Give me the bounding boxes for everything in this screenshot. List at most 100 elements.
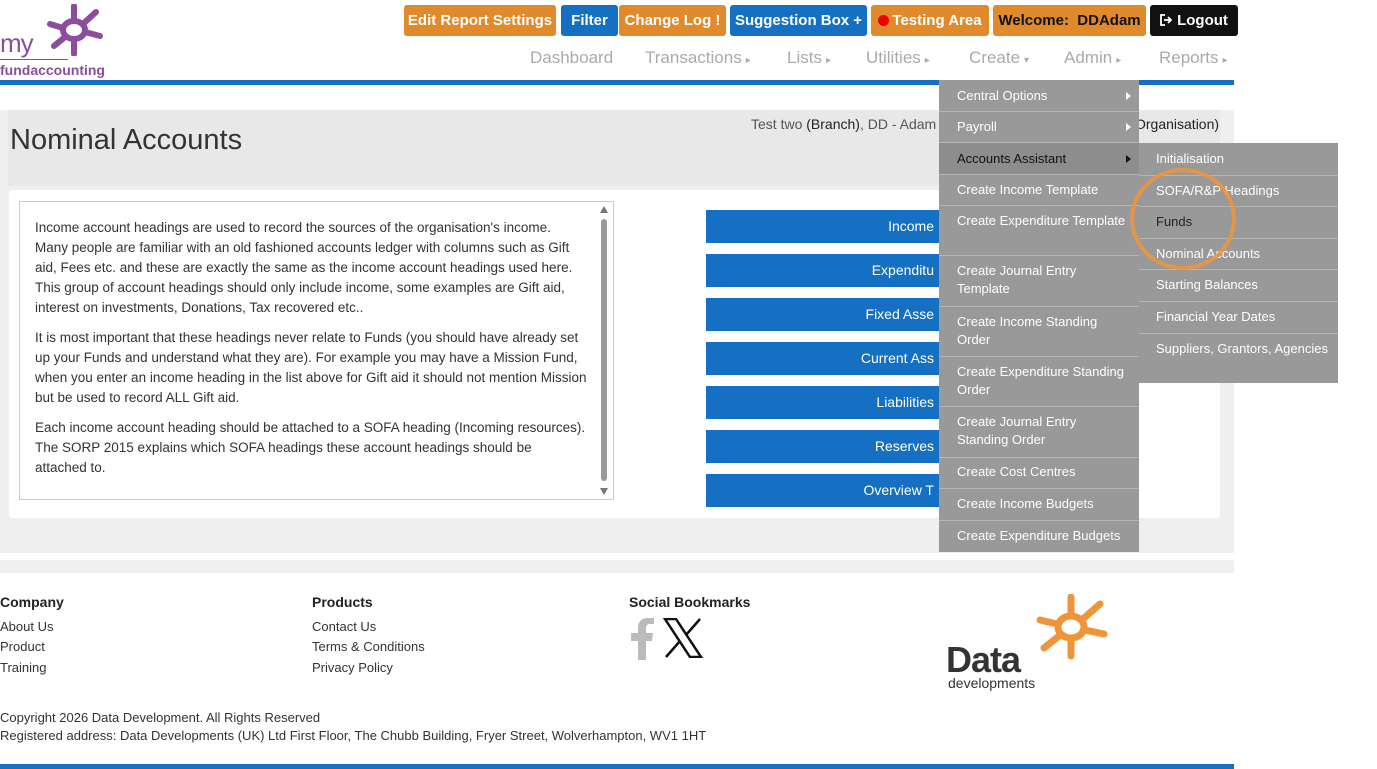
submenu-financial-year-dates[interactable]: Financial Year Dates [1139, 302, 1338, 334]
menu-central-options[interactable]: Central Options [939, 80, 1139, 112]
copyright-text: Copyright 2026 Data Development. All Rig… [0, 710, 321, 725]
nav-lists[interactable]: Lists ▸ [787, 48, 831, 68]
filter-label: Filter [571, 12, 608, 29]
nav-utilities-label: Utilities [866, 48, 921, 67]
footer-products-heading: Products [312, 594, 373, 610]
footer-link-about-us[interactable]: About Us [0, 619, 53, 634]
org-branch: (Branch) [806, 116, 860, 132]
nav-create[interactable]: Create ▾ [969, 48, 1029, 68]
footer-link-training[interactable]: Training [0, 660, 46, 675]
filter-button[interactable]: Filter [561, 5, 618, 36]
x-twitter-icon[interactable] [663, 618, 703, 658]
menu-create-expenditure-standing-order[interactable]: Create Expenditure Standing Order [939, 357, 1139, 407]
submenu-suppliers-grantors-agencies[interactable]: Suppliers, Grantors, Agencies [1139, 334, 1338, 383]
testing-area-label: Testing Area [892, 12, 982, 29]
menu-create-journal-entry-standing-order[interactable]: Create Journal Entry Standing Order [939, 407, 1139, 458]
nav-create-label: Create [969, 48, 1021, 67]
category-liabilities-button[interactable]: Liabilities [706, 386, 946, 419]
category-label: Fixed Asse [865, 306, 934, 322]
nav-utilities[interactable]: Utilities ▸ [866, 48, 930, 68]
category-reserves-button[interactable]: Reserves [706, 430, 946, 463]
submenu-arrow-icon [1126, 154, 1131, 163]
red-dot-icon [878, 15, 890, 26]
facebook-icon[interactable] [629, 618, 655, 660]
submenu-arrow-icon [1126, 123, 1131, 131]
category-label: Liabilities [876, 394, 934, 410]
menu-create-income-standing-order[interactable]: Create Income Standing Order [939, 307, 1139, 357]
logo-star-icon [47, 4, 103, 56]
submenu-sofa-headings[interactable]: SOFA/R&P Headings [1139, 176, 1338, 207]
nav-dashboard[interactable]: Dashboard [530, 48, 613, 68]
menu-item-label: Create Income Budgets [957, 496, 1094, 511]
footer-link-contact-us[interactable]: Contact Us [312, 619, 376, 634]
menu-item-label: Create Expenditure Budgets [957, 528, 1121, 543]
nav-transactions-label: Transactions [645, 48, 742, 67]
scroll-down-arrow-icon[interactable] [600, 488, 608, 495]
menu-item-label: Payroll [957, 119, 997, 134]
submenu-initialisation[interactable]: Initialisation [1139, 143, 1338, 176]
menu-accounts-assistant[interactable]: Accounts Assistant [939, 143, 1139, 175]
scroll-up-arrow-icon[interactable] [600, 206, 608, 213]
logout-button[interactable]: Logout [1150, 5, 1238, 36]
menu-create-expenditure-template[interactable]: Create Expenditure Template [939, 206, 1139, 256]
page-title: Nominal Accounts [10, 124, 243, 156]
logo-text-fundaccounting: fundaccounting [0, 62, 105, 78]
submenu-item-label: Starting Balances [1156, 277, 1258, 292]
nav-reports[interactable]: Reports ▸ [1159, 48, 1228, 68]
org-user: , DD - Adam [859, 116, 937, 132]
menu-create-income-template[interactable]: Create Income Template [939, 175, 1139, 206]
nav-admin-label: Admin [1064, 48, 1113, 67]
submenu-item-label: SOFA/R&P Headings [1156, 183, 1280, 198]
category-label: Overview T [863, 482, 934, 498]
dd-logo-sub: developments [948, 675, 1036, 691]
info-paragraph: Each income account heading should be at… [35, 420, 586, 475]
menu-create-cost-centres[interactable]: Create Cost Centres [939, 458, 1139, 489]
change-log-label: Change Log [624, 12, 712, 29]
submenu-funds[interactable]: Funds [1139, 207, 1338, 239]
info-text-box[interactable]: Income account headings are used to reco… [19, 201, 614, 500]
menu-item-label: Create Expenditure Template [957, 213, 1126, 228]
menu-create-income-budgets[interactable]: Create Income Budgets [939, 489, 1139, 521]
menu-item-label: Create Journal Entry Standing Order [957, 414, 1077, 447]
nav-admin[interactable]: Admin ▸ [1064, 48, 1121, 68]
menu-create-expenditure-budgets[interactable]: Create Expenditure Budgets [939, 521, 1139, 552]
change-log-alert-icon: ! [715, 12, 721, 29]
testing-area-button[interactable]: Testing Area [871, 5, 989, 36]
info-scrollbar[interactable] [599, 206, 609, 495]
menu-payroll[interactable]: Payroll [939, 112, 1139, 143]
submenu-item-label: Financial Year Dates [1156, 309, 1276, 324]
category-current-assets-button[interactable]: Current Ass [706, 342, 946, 375]
footer-link-product[interactable]: Product [0, 639, 45, 654]
suggestion-box-button[interactable]: Suggestion Box + [730, 5, 867, 36]
category-expenditure-button[interactable]: Expenditu [706, 254, 946, 287]
footer-link-privacy[interactable]: Privacy Policy [312, 660, 393, 675]
submenu-starting-balances[interactable]: Starting Balances [1139, 270, 1338, 302]
dd-logo-star-icon [1036, 594, 1108, 660]
submenu-item-label: Nominal Accounts [1156, 246, 1261, 261]
submenu-nominal-accounts[interactable]: Nominal Accounts [1139, 239, 1338, 270]
submenu-arrow-icon [1126, 91, 1131, 100]
accounts-assistant-submenu: Initialisation SOFA/R&P Headings Funds N… [1139, 143, 1338, 383]
menu-create-journal-entry-template[interactable]: Create Journal Entry Template [939, 256, 1139, 307]
caret-right-icon: ▸ [1116, 55, 1122, 66]
category-label: Income [888, 218, 934, 234]
footer-link-terms[interactable]: Terms & Conditions [312, 639, 425, 654]
registered-address: Registered address: Data Developments (U… [0, 728, 707, 743]
category-income-button[interactable]: Income [706, 210, 946, 243]
menu-item-label: Create Expenditure Standing Order [957, 364, 1124, 397]
category-overview-button[interactable]: Overview T [706, 474, 946, 507]
app-logo[interactable]: my fundaccounting [0, 4, 112, 78]
info-paragraph: It is most important that these headings… [35, 330, 587, 405]
nav-lists-label: Lists [787, 48, 822, 67]
edit-report-settings-button[interactable]: Edit Report Settings [404, 5, 556, 36]
change-log-button[interactable]: Change Log ! [619, 5, 726, 36]
create-dropdown-menu: Central Options Payroll Accounts Assista… [939, 80, 1139, 552]
welcome-user-badge[interactable]: Welcome: DDAdam [993, 5, 1146, 36]
category-label: Current Ass [860, 350, 934, 366]
category-fixed-assets-button[interactable]: Fixed Asse [706, 298, 946, 331]
data-developments-logo: Data developments [946, 594, 1116, 694]
nav-transactions[interactable]: Transactions ▸ [645, 48, 751, 68]
submenu-item-label: Initialisation [1156, 151, 1224, 166]
footer-company-heading: Company [0, 594, 64, 610]
scroll-thumb[interactable] [601, 219, 607, 481]
